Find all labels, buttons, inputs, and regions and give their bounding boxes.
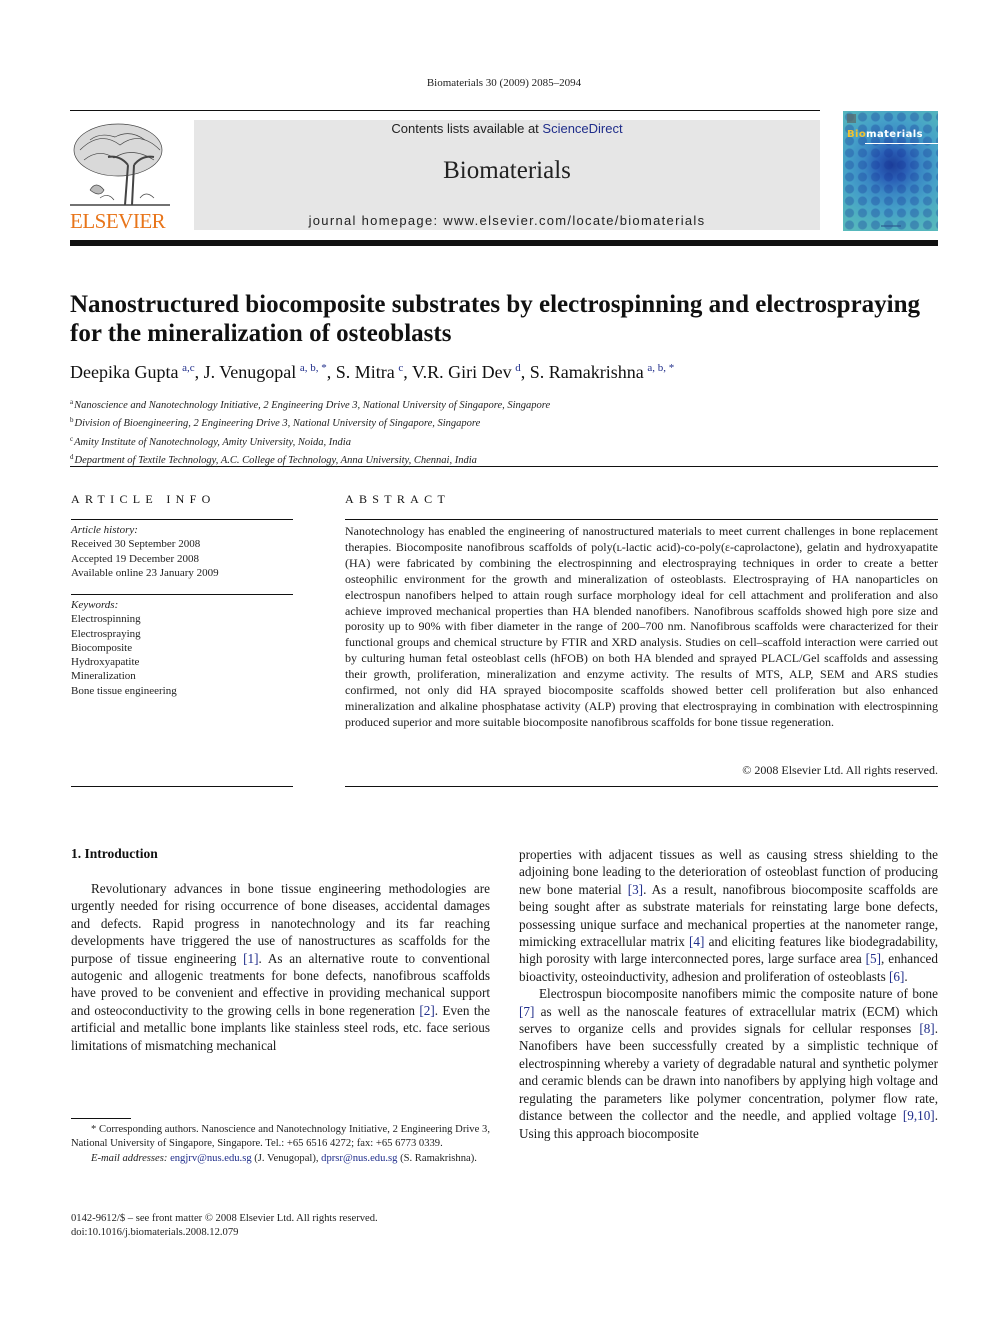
citation-link[interactable]: [4] [689,934,704,949]
paragraph: properties with adjacent tissues as well… [519,847,938,984]
affiliation-marker[interactable]: d [515,362,521,374]
affiliation-mark: c [70,434,74,443]
header-thick-rule [70,240,938,246]
affiliation-mark: a [70,398,74,406]
article-info-rule-top [71,519,293,520]
abstract-rule-top [345,519,938,520]
author-name[interactable]: S. Mitra [336,362,395,382]
sciencedirect-link[interactable]: ScienceDirect [542,121,622,136]
elsevier-wordmark: ELSEVIER [70,209,166,233]
citation-link[interactable]: [9,10] [903,1108,935,1123]
affiliation-marker[interactable]: a, b, * [300,362,327,374]
abstract-copyright: © 2008 Elsevier Ltd. All rights reserved… [742,763,938,777]
corresponding-author-note: * Corresponding authors. Nanoscience and… [71,1124,490,1150]
affiliation: bDivision of Bioengineering, 2 Engineeri… [70,416,481,430]
citation-link[interactable]: [1] [243,951,258,966]
affiliation-marker[interactable]: c [398,362,403,374]
author-name[interactable]: S. Ramakrishna [530,362,644,382]
journal-reference: Biomaterials 30 (2009) 2085–2094 [426,77,582,89]
issn-doi-block: 0142-9612/$ – see front matter © 2008 El… [71,1212,378,1241]
contents-line: Contents lists available at ScienceDirec… [194,121,820,136]
email-label: E-mail addresses: [91,1152,171,1164]
citation-link[interactable]: [7] [519,1004,534,1019]
affiliation-marker[interactable]: a,c [182,362,195,374]
article-info-rule-bottom [71,786,293,787]
journal-cover-image[interactable]: Biomaterials [843,111,938,231]
footnote: * Corresponding authors. Nanoscience and… [71,1123,490,1166]
author-name[interactable]: V.R. Giri Dev [412,362,512,382]
contents-prefix: Contents lists available at [391,121,543,136]
keywords-label: Keywords: [71,599,119,611]
cover-publisher-mark-icon [847,114,856,123]
abstract-heading: ABSTRACT [345,492,451,506]
affiliations: aNanoscience and Nanotechnology Initiati… [70,395,550,468]
journal-header-box: Contents lists available at ScienceDirec… [194,120,820,230]
citation-link[interactable]: [8] [919,1021,934,1036]
doi-link[interactable]: doi:10.1016/j.biomaterials.2008.12.079 [71,1226,378,1240]
cover-rule [865,143,938,144]
affiliation: cAmity Institute of Nanotechnology, Amit… [70,434,351,448]
keyword: Electrospinning [71,613,141,626]
abstract-rule-bottom [345,786,938,787]
footnote-rule [71,1118,131,1119]
citation-link[interactable]: [5] [866,951,881,966]
citation-link[interactable]: [2] [419,1003,434,1018]
elsevier-logo[interactable]: ELSEVIER [70,120,173,233]
elsevier-tree-icon [70,123,170,206]
header-top-rule [70,110,820,111]
author-name[interactable]: J. Venugopal [204,362,297,382]
affiliation-mark: b [70,416,74,425]
article-info-heading: ARTICLE INFO [71,492,216,506]
article-history-label: Article history: [71,524,138,536]
history-online: Available online 23 January 2009 [71,566,219,579]
author-list: Deepika Gupta a,c, J. Venugopal a, b, *,… [70,362,675,382]
paragraph: Revolutionary advances in bone tissue en… [71,881,490,1053]
section-divider [70,466,938,467]
cover-title: Biomaterials [847,129,923,140]
email-link-ramakrishna[interactable]: dprsr@nus.edu.sg [321,1153,397,1164]
article-info-rule-mid [71,594,293,595]
keywords: Keywords: Electrospinning Electrosprayin… [71,598,177,698]
abstract-text: Nanotechnology has enabled the engineeri… [345,524,938,729]
article-history: Article history: Received 30 September 2… [71,523,219,580]
journal-homepage-link[interactable]: journal homepage: www.elsevier.com/locat… [194,213,820,228]
cover-footer [881,225,901,227]
keyword: Bone tissue engineering [71,684,177,697]
citation-link[interactable]: [6] [889,969,904,984]
email-link-venugopal[interactable]: engjrv@nus.edu.sg [170,1153,252,1164]
body-column-left: Revolutionary advances in bone tissue en… [71,880,490,1054]
keyword: Hydroxyapatite [71,656,140,669]
journal-name: Biomaterials [443,157,571,184]
affiliation-mark: d [70,452,74,461]
author-name[interactable]: Deepika Gupta [70,362,178,382]
affiliation: aNanoscience and Nanotechnology Initiati… [70,398,551,411]
history-accepted: Accepted 19 December 2008 [71,552,199,565]
article-title: Nanostructured biocomposite substrates b… [70,291,921,347]
history-received: Received 30 September 2008 [71,538,201,551]
affiliation-marker[interactable]: a, b, * [647,362,674,374]
paragraph: Electrospun biocomposite nanofibers mimi… [519,986,938,1141]
issn-line: 0142-9612/$ – see front matter © 2008 El… [71,1213,378,1224]
email-note: E-mail addresses: engjrv@nus.edu.sg (J. … [91,1152,477,1164]
keyword: Mineralization [71,670,136,683]
keyword: Biocomposite [71,641,133,654]
keyword: Electrospraying [71,627,141,640]
section-heading-introduction: 1. Introduction [71,846,158,861]
citation-link[interactable]: [3] [628,882,643,897]
body-column-right: properties with adjacent tissues as well… [519,846,938,1142]
